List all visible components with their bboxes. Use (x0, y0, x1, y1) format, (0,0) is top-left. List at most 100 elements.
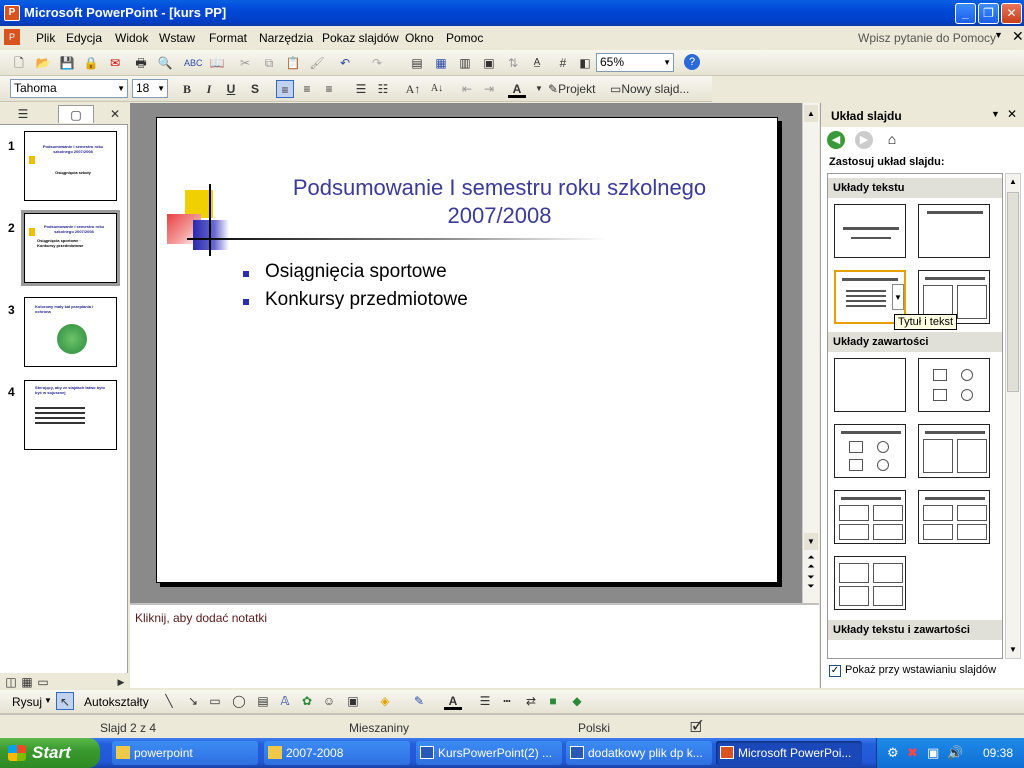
menu-narzedzia[interactable]: Narzędzia (259, 31, 313, 45)
line-style-icon[interactable]: ☰ (476, 692, 494, 710)
tray-network-icon[interactable]: ⚙ (887, 745, 899, 761)
clipart-icon[interactable]: ☺ (320, 692, 338, 710)
zoom-dropdown-icon[interactable]: ▼ (663, 54, 671, 71)
task-powerpoint-folder[interactable]: powerpoint (112, 741, 258, 765)
slides-tab-icon[interactable]: ▢ (58, 105, 94, 123)
new-slide-button[interactable]: ▭Nowy slajd... (610, 80, 694, 98)
show-on-insert-checkbox[interactable]: ✓ (829, 665, 841, 677)
taskpane-scrollbar[interactable]: ▲ ▼ (1005, 173, 1021, 659)
shadow-button[interactable]: S (246, 80, 264, 98)
tray-security-icon[interactable]: ✖ (907, 745, 918, 761)
help-dropdown-icon[interactable]: ▼ (994, 30, 1003, 40)
menu-edycja[interactable]: Edycja (66, 31, 102, 45)
layout-title-content[interactable] (834, 424, 906, 478)
arrow-style-icon[interactable]: ⇄ (522, 692, 540, 710)
align-left-button[interactable]: ≡ (276, 80, 294, 98)
slide-title[interactable]: Podsumowanie I semestru roku szkolnego 2… (257, 174, 742, 230)
home-icon[interactable]: ⌂ (883, 131, 901, 149)
wordart-icon[interactable]: 𝔸 (276, 692, 294, 710)
line-icon[interactable]: ╲ (160, 692, 178, 710)
show-formatting-icon[interactable]: A̲ (528, 54, 546, 72)
menu-wstaw[interactable]: Wstaw (159, 31, 195, 45)
help-question-input[interactable]: Wpisz pytanie do Pomocy (858, 31, 996, 45)
insert-chart-icon[interactable]: ▤ (408, 54, 426, 72)
task-word-dodatkowy[interactable]: dodatkowy plik dp k... (566, 741, 712, 765)
permission-icon[interactable]: 🔒 (82, 54, 100, 72)
spelling-icon[interactable]: ABC (184, 54, 203, 72)
align-right-button[interactable]: ≡ (320, 80, 338, 98)
powerpoint-app-icon[interactable]: P (4, 5, 20, 21)
help-icon[interactable]: ? (684, 54, 700, 70)
dash-style-icon[interactable]: ┅ (498, 692, 516, 710)
back-icon[interactable]: ◀ (827, 131, 845, 149)
start-button[interactable]: Start (0, 738, 100, 768)
scroll-down-icon[interactable]: ▼ (804, 533, 818, 550)
paste-icon[interactable]: 📋 (284, 54, 302, 72)
font-combo[interactable]: Tahoma ▼ (10, 79, 128, 98)
bold-button[interactable]: B (178, 80, 196, 98)
color-grayscale-icon[interactable]: ◧ (576, 54, 594, 72)
layout-four-content[interactable] (834, 556, 906, 610)
format-painter-icon[interactable]: 🖌 (308, 54, 326, 72)
font-size-dropdown-icon[interactable]: ▼ (157, 80, 165, 97)
prev-slide-icon[interactable]: ⏶ ⏶ (804, 553, 818, 571)
task-2007-2008-folder[interactable]: 2007-2008 (264, 741, 410, 765)
picture-icon[interactable]: ▣ (344, 692, 362, 710)
document-icon[interactable]: P (4, 29, 20, 45)
textbox-icon[interactable]: ▤ (254, 692, 272, 710)
layout-title-slide[interactable] (834, 204, 906, 258)
menu-pomoc[interactable]: Pomoc (446, 31, 483, 45)
numbering-icon[interactable]: ☰ (352, 80, 370, 98)
layout-dropdown-icon[interactable]: ▼ (892, 284, 904, 310)
save-icon[interactable]: 💾 (58, 54, 76, 72)
increase-font-icon[interactable]: A↑ (404, 80, 422, 98)
print-preview-icon[interactable]: 🔍 (156, 54, 174, 72)
notes-pane[interactable]: Kliknij, aby dodać notatki (130, 603, 819, 688)
task-word-kurs[interactable]: KursPowerPoint(2) ... (416, 741, 562, 765)
projekt-button[interactable]: ✎Projekt (548, 80, 604, 98)
decrease-indent-icon[interactable]: ⇤ (458, 80, 476, 98)
tp-scroll-thumb[interactable] (1007, 192, 1019, 392)
scroll-up-icon[interactable]: ▲ (804, 105, 818, 122)
bullets-icon[interactable]: ☷ (374, 80, 392, 98)
open-icon[interactable]: 📂 (34, 54, 52, 72)
copy-icon[interactable]: ⧉ (260, 54, 278, 72)
font-color-dropdown-icon[interactable]: ▼ (530, 80, 548, 98)
new-icon[interactable]: 🗋 (10, 54, 28, 72)
insert-picture-icon[interactable]: ▣ (480, 54, 498, 72)
menu-pokaz-slajdow[interactable]: Pokaz slajdów (322, 31, 399, 45)
slide-thumbnail-1[interactable]: Podsumowanie I semestru roku szkolnego 2… (24, 131, 117, 201)
current-slide[interactable]: Podsumowanie I semestru roku szkolnego 2… (156, 117, 778, 583)
task-powerpoint-active[interactable]: Microsoft PowerPoi... (716, 741, 862, 765)
menu-plik[interactable]: Plik (36, 31, 55, 45)
maximize-button[interactable]: ❐ (978, 3, 999, 24)
slide-thumbnail-2[interactable]: Podsumowanie I semestru roku szkolnego 2… (21, 210, 120, 286)
oval-icon[interactable]: ◯ (230, 692, 248, 710)
tp-scroll-up-icon[interactable]: ▲ (1006, 174, 1020, 190)
email-icon[interactable]: ✉ (106, 54, 124, 72)
close-button[interactable]: ✕ (1001, 3, 1022, 24)
autoshapes-button[interactable]: Autokształty (84, 695, 149, 709)
shadow-style-icon[interactable]: ■ (544, 692, 562, 710)
slide-thumbnail-3[interactable]: Kolorowy mały kał przepiania i ochrona (24, 297, 117, 367)
forward-icon[interactable]: ▶ (855, 131, 873, 149)
draw-font-color-icon[interactable]: A (444, 692, 462, 710)
outline-tab-icon[interactable]: ☰ (14, 105, 32, 123)
font-color-icon[interactable]: A (508, 80, 526, 98)
research-icon[interactable]: 📖 (208, 54, 226, 72)
rectangle-icon[interactable]: ▭ (206, 692, 224, 710)
line-color-icon[interactable]: ✎ (410, 692, 428, 710)
tray-clock[interactable]: 09:38 (983, 746, 1013, 760)
redo-icon[interactable]: ↷ (368, 54, 386, 72)
slideshow-view-icon[interactable]: ▭ (34, 673, 52, 691)
zoom-combo[interactable]: 65% ▼ (596, 53, 674, 72)
menu-okno[interactable]: Okno (405, 31, 434, 45)
decrease-font-icon[interactable]: A↓ (428, 80, 446, 98)
insert-table-icon[interactable]: ▦ (432, 54, 450, 72)
draw-menu-button[interactable]: Rysuj (12, 695, 42, 709)
show-grid-icon[interactable]: # (554, 54, 572, 72)
slide-body[interactable]: Osiągnięcia sportowe Konkursy przedmioto… (243, 261, 743, 317)
minimize-button[interactable]: _ (955, 3, 976, 24)
tray-display-icon[interactable]: ▣ (927, 745, 939, 761)
font-size-combo[interactable]: 18 ▼ (132, 79, 168, 98)
